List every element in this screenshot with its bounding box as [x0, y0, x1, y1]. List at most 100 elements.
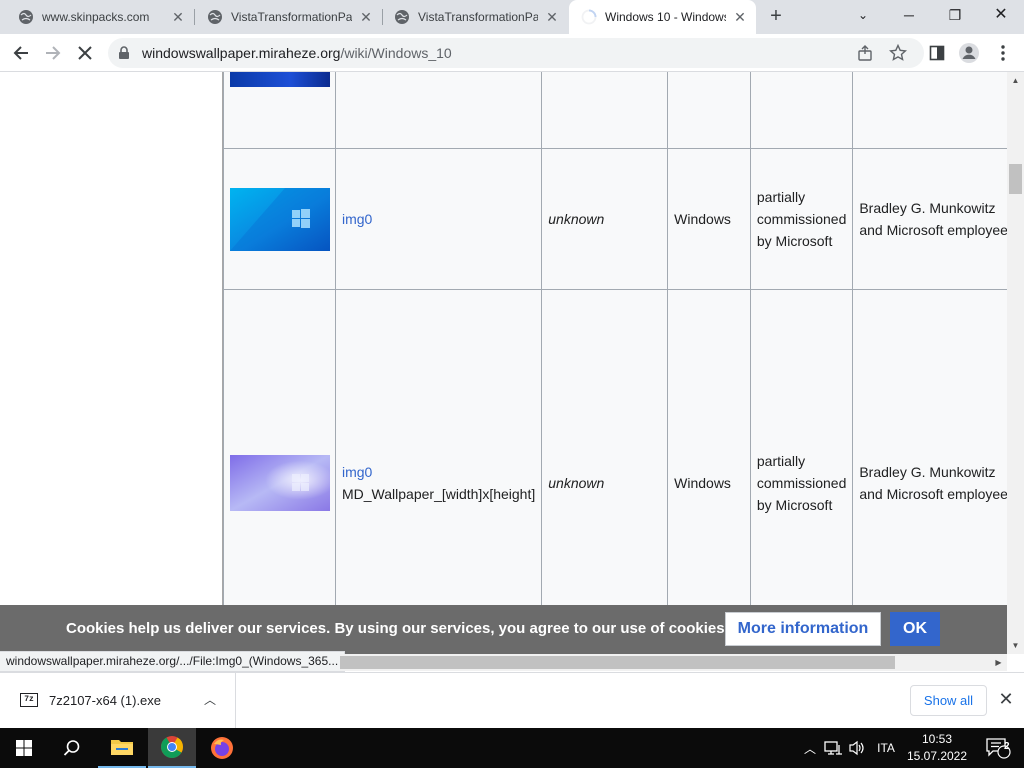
stop-icon: [78, 46, 92, 60]
vertical-scroll-thumb[interactable]: [1009, 164, 1022, 194]
commission-text: partially commissioned by Microsoft: [756, 453, 847, 513]
author-line: and Microsoft employees: [859, 222, 1007, 238]
wallpaper-table: img0 unknown Windows partially commissio…: [223, 72, 1007, 654]
download-filename: 7z2107-x64 (1).exe: [49, 693, 162, 708]
name-cell: img0: [334, 148, 543, 290]
table-row: [223, 72, 1007, 149]
taskbar-file-explorer[interactable]: [98, 728, 146, 768]
browser-toolbar: windowswallpaper.miraheze.org/wiki/Windo…: [0, 34, 1024, 72]
author-line: and Microsoft employees: [859, 486, 1007, 502]
taskbar-chrome[interactable]: [148, 728, 196, 768]
7zip-file-icon: 7z: [20, 693, 38, 707]
clock-time: 10:53: [921, 732, 953, 746]
close-window-button[interactable]: ✕: [978, 0, 1024, 34]
globe-icon: [19, 10, 33, 24]
close-tab-icon[interactable]: ✕: [358, 9, 374, 25]
commission-text: partially commissioned by Microsoft: [756, 189, 847, 249]
network-icon[interactable]: [822, 728, 844, 768]
windows-taskbar: ︿ ITA 10:53 15.07.2022 2: [0, 728, 1024, 768]
taskbar-firefox[interactable]: [198, 728, 246, 768]
bookmark-star-icon[interactable]: [889, 44, 907, 62]
notification-count: 2: [1004, 741, 1010, 752]
close-tab-icon[interactable]: ✕: [544, 9, 560, 25]
commission-cell: [749, 72, 854, 149]
os-text: Windows: [674, 211, 731, 227]
wallpaper-thumbnail-cyan[interactable]: [230, 187, 330, 251]
date-text: unknown: [548, 211, 605, 227]
menu-button[interactable]: [988, 38, 1018, 68]
file-link[interactable]: img0: [342, 211, 372, 227]
new-tab-button[interactable]: +: [764, 5, 788, 29]
more-information-button[interactable]: More information: [725, 612, 881, 646]
close-tab-icon[interactable]: ✕: [170, 9, 186, 25]
tab-vista-1[interactable]: VistaTransformationPack ✕: [189, 0, 382, 34]
wallpaper-thumbnail-purple[interactable]: [230, 455, 330, 511]
clock-date: 15.07.2022: [906, 749, 968, 763]
author-cell: Bradley G. Munkowitz and Microsoft employ…: [852, 289, 1007, 654]
minimize-button[interactable]: ─: [886, 0, 932, 34]
restore-button[interactable]: ❐: [932, 0, 978, 34]
ok-button[interactable]: OK: [890, 612, 940, 646]
windows-start-icon: [16, 740, 32, 756]
firefox-icon: [211, 737, 233, 759]
wallpaper-thumbnail-blue[interactable]: [230, 72, 330, 87]
date-text: unknown: [548, 475, 605, 491]
scroll-down-arrow-icon[interactable]: ▼: [1007, 637, 1024, 654]
tab-search-button[interactable]: ⌄: [840, 0, 886, 34]
horizontal-scroll-thumb[interactable]: [340, 656, 895, 669]
tab-strip: www.skinpacks.com ✕ VistaTransformationP…: [0, 0, 1024, 34]
tab-skinpacks[interactable]: www.skinpacks.com ✕: [0, 0, 194, 34]
close-shelf-icon[interactable]: ✕: [996, 689, 1016, 709]
date-cell: [541, 72, 669, 149]
os-cell: [667, 72, 751, 149]
chevron-up-icon[interactable]: ︿: [204, 691, 216, 708]
thumbnail-cell: [223, 148, 336, 290]
clock[interactable]: 10:53 15.07.2022: [900, 731, 974, 765]
tab-title: VistaTransformationPack: [418, 10, 538, 24]
author-cell: Bradley G. Munkowitz and Microsoft employ…: [852, 148, 1007, 290]
profile-button[interactable]: [954, 38, 984, 68]
show-all-button[interactable]: Show all: [910, 685, 987, 716]
arrow-right-icon: [46, 46, 61, 60]
profile-avatar-icon: [959, 43, 979, 63]
side-panel-button[interactable]: [922, 38, 952, 68]
close-tab-icon[interactable]: ✕: [732, 9, 748, 25]
url-path: /wiki/Windows_10: [340, 45, 452, 61]
page-viewport[interactable]: img0 unknown Windows partially commissio…: [0, 72, 1007, 654]
folder-icon: [111, 740, 133, 755]
forward-button[interactable]: [38, 38, 68, 68]
volume-icon[interactable]: [846, 728, 868, 768]
share-icon[interactable]: [857, 45, 873, 61]
search-icon: [63, 740, 80, 756]
search-button[interactable]: [48, 728, 96, 768]
author-line: Bradley G. Munkowitz: [859, 464, 996, 480]
link-preview: windowswallpaper.miraheze.org/.../File:I…: [0, 651, 346, 672]
cookie-text: Cookies help us deliver our services. By…: [66, 620, 729, 637]
download-item[interactable]: 7z 7z2107-x64 (1).exe ︿: [0, 673, 236, 728]
os-text: Windows: [674, 475, 731, 491]
url-host: windowswallpaper.miraheze.org: [142, 45, 341, 61]
scroll-right-arrow-icon[interactable]: ▶: [990, 654, 1007, 671]
name-cell: [334, 72, 543, 149]
back-button[interactable]: [6, 38, 36, 68]
wiki-content: img0 unknown Windows partially commissio…: [222, 72, 1007, 654]
tab-vista-2[interactable]: VistaTransformationPack ✕: [376, 0, 568, 34]
file-link[interactable]: img0: [342, 464, 372, 480]
action-center-button[interactable]: 2: [978, 728, 1018, 768]
address-bar[interactable]: windowswallpaper.miraheze.org/wiki/Windo…: [108, 38, 924, 68]
vertical-scrollbar[interactable]: ▲ ▼: [1007, 72, 1024, 654]
os-cell: Windows: [667, 289, 751, 654]
start-button[interactable]: [0, 728, 48, 768]
thumbnail-cell: [223, 72, 336, 149]
stop-loading-button[interactable]: [70, 38, 100, 68]
tab-windows-10[interactable]: Windows 10 - Windows Wallpaper Wiki ✕: [569, 0, 756, 34]
table-row: img0 MD_Wallpaper_[width]x[height] unknow…: [223, 289, 1007, 654]
horizontal-scrollbar[interactable]: ▶: [340, 654, 1007, 671]
more-vertical-icon: [1001, 45, 1005, 61]
input-language[interactable]: ITA: [872, 728, 900, 768]
commission-cell: partially commissioned by Microsoft: [749, 289, 854, 654]
loading-spinner-icon: [581, 9, 597, 25]
tray-overflow-chevron-icon[interactable]: ︿: [800, 728, 820, 768]
scroll-up-arrow-icon[interactable]: ▲: [1007, 72, 1024, 89]
tab-title: VistaTransformationPack: [231, 10, 352, 24]
